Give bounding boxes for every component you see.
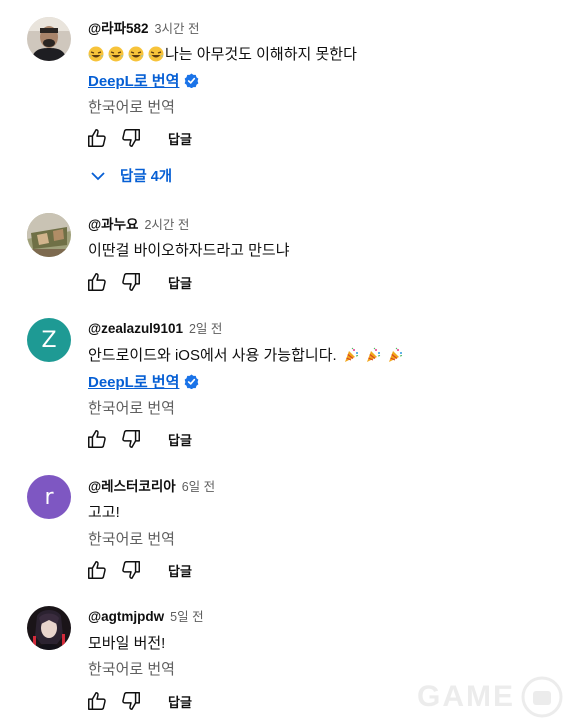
comment-text: 나는 아무것도 이해하지 못한다 (88, 43, 357, 64)
thumbs-up-icon[interactable] (86, 428, 108, 450)
comment-body: 모바일 버전! (88, 635, 166, 652)
comment-body: 안드로이드와 iOS에서 사용 가능합니다. (88, 347, 337, 364)
party-popper-icon (388, 347, 402, 362)
avatar[interactable] (27, 606, 71, 650)
translate-link[interactable]: 한국어로 번역 (88, 397, 175, 418)
laughing-emoji-icon (108, 46, 124, 61)
comment-actions: 답글 (86, 271, 192, 293)
watermark-logo: GAME (417, 676, 563, 718)
comment-actions: 답글 (86, 428, 192, 450)
deepl-translate-link[interactable]: DeepL로 번역 (88, 371, 179, 392)
author-name[interactable]: @레스터코리아 (88, 475, 176, 495)
reply-button[interactable]: 답글 (168, 430, 192, 449)
avatar-letter: r (44, 484, 54, 510)
thumbs-down-icon[interactable] (120, 428, 142, 450)
laughing-emoji-icon (128, 46, 144, 61)
avatar[interactable] (27, 17, 71, 61)
comment-text: 이딴걸 바이오하자드라고 만드냐 (88, 239, 290, 260)
comment-header: @과누요 2시간 전 (88, 213, 189, 233)
deepl-translate: DeepL로 번역 (88, 70, 199, 91)
laughing-emoji-icon (88, 46, 104, 61)
deepl-verified-icon (185, 374, 199, 389)
comment-actions: 답글 (86, 127, 192, 149)
thumbs-up-icon[interactable] (86, 559, 108, 581)
translate-link[interactable]: 한국어로 번역 (88, 96, 175, 117)
replies-count: 답글 4개 (120, 169, 173, 185)
avatar[interactable] (27, 213, 71, 257)
avatar[interactable]: r (27, 475, 71, 519)
comment-header: @라파582 3시간 전 (88, 17, 199, 37)
comment-header: @agtmjpdw 5일 전 (88, 606, 204, 625)
avatar[interactable]: Z (27, 318, 71, 362)
deepl-translate: DeepL로 번역 (88, 371, 199, 392)
chevron-down-icon (91, 171, 105, 180)
comment-header: @레스터코리아 6일 전 (88, 475, 215, 495)
thumbs-up-icon[interactable] (86, 271, 108, 293)
view-replies-button[interactable]: 답글 4개 (90, 165, 172, 186)
thumbs-down-icon[interactable] (120, 127, 142, 149)
thumbs-down-icon[interactable] (120, 559, 142, 581)
timestamp[interactable]: 3시간 전 (155, 18, 200, 37)
comment-header: @zealazul9101 2일 전 (88, 318, 222, 337)
author-name[interactable]: @zealazul9101 (88, 321, 183, 336)
reply-button[interactable]: 답글 (168, 273, 192, 292)
author-name[interactable]: @라파582 (88, 17, 149, 37)
timestamp[interactable]: 2시간 전 (144, 214, 189, 233)
comment-body: 나는 아무것도 이해하지 못한다 (165, 46, 357, 63)
comment-actions: 답글 (86, 559, 192, 581)
party-popper-icon (344, 347, 358, 362)
reply-button[interactable]: 답글 (168, 129, 192, 148)
comment-actions: 답글 (86, 690, 192, 712)
party-popper-icon (366, 347, 380, 362)
author-name[interactable]: @agtmjpdw (88, 609, 164, 624)
timestamp[interactable]: 5일 전 (170, 606, 203, 625)
timestamp[interactable]: 6일 전 (182, 476, 215, 495)
watermark-gamepad-icon (521, 676, 563, 718)
deepl-translate-link[interactable]: DeepL로 번역 (88, 70, 179, 91)
reply-button[interactable]: 답글 (168, 692, 192, 711)
comment-text: 모바일 버전! (88, 632, 165, 653)
translate-link[interactable]: 한국어로 번역 (88, 528, 175, 549)
timestamp[interactable]: 2일 전 (189, 318, 222, 337)
translate-link[interactable]: 한국어로 번역 (88, 658, 175, 679)
laughing-emoji-icon (148, 46, 164, 61)
thumbs-up-icon[interactable] (86, 127, 108, 149)
thumbs-up-icon[interactable] (86, 690, 108, 712)
deepl-verified-icon (185, 73, 199, 88)
thumbs-down-icon[interactable] (120, 690, 142, 712)
author-name[interactable]: @과누요 (88, 213, 138, 233)
comment-body: 이딴걸 바이오하자드라고 만드냐 (88, 242, 290, 259)
comment-text: 안드로이드와 iOS에서 사용 가능합니다. (88, 344, 407, 365)
comment-body: 고고! (88, 504, 120, 521)
comment-text: 고고! (88, 501, 120, 522)
thumbs-down-icon[interactable] (120, 271, 142, 293)
watermark-text: GAME (417, 680, 515, 713)
avatar-letter: Z (41, 327, 57, 353)
reply-button[interactable]: 답글 (168, 561, 192, 580)
